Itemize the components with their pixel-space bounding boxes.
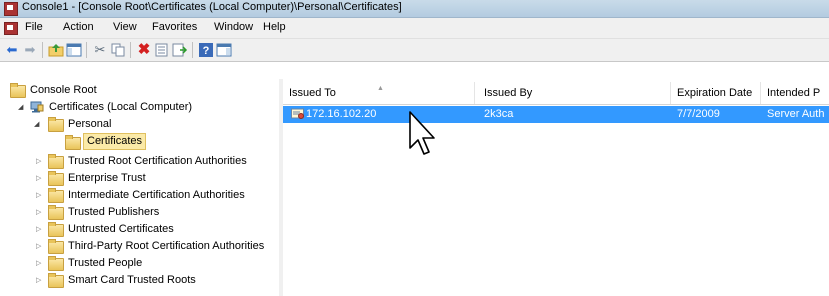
tree-item-enterprise-trust[interactable]: ▷ Enterprise Trust bbox=[0, 170, 279, 187]
window-title: Console1 - [Console Root\Certificates (L… bbox=[22, 1, 402, 13]
tree-item-label: Certificates (Local Computer) bbox=[49, 101, 193, 113]
tree-item-label: Trusted Root Certification Authorities bbox=[68, 155, 247, 167]
toolbar-separator bbox=[130, 42, 131, 58]
column-label: Issued To bbox=[289, 87, 336, 99]
column-label: Issued By bbox=[484, 87, 533, 99]
tree-item-untrusted[interactable]: ▷ Untrusted Certificates bbox=[0, 221, 279, 238]
up-folder-icon[interactable] bbox=[48, 42, 64, 58]
folder-icon bbox=[48, 273, 64, 288]
folder-icon bbox=[48, 188, 64, 203]
forward-arrow-icon[interactable]: ➡ bbox=[22, 42, 38, 58]
folder-icon bbox=[48, 171, 64, 186]
toolbar-separator bbox=[192, 42, 193, 58]
column-label: Intended P bbox=[767, 87, 821, 99]
menu-view[interactable]: View bbox=[113, 21, 137, 33]
toolbar-separator bbox=[86, 42, 87, 58]
folder-icon bbox=[48, 256, 64, 271]
folder-icon bbox=[65, 135, 81, 150]
action-pane-icon[interactable] bbox=[216, 42, 232, 58]
tree-item-console-root[interactable]: Console Root bbox=[0, 82, 279, 99]
column-header-intended-purposes[interactable]: Intended P bbox=[761, 82, 829, 104]
tree-item-label: Smart Card Trusted Roots bbox=[68, 274, 196, 286]
tree-item-label: Trusted Publishers bbox=[68, 206, 160, 218]
tree-item-label: Third-Party Root Certification Authoriti… bbox=[68, 240, 265, 252]
column-label: Expiration Date bbox=[677, 87, 753, 99]
tree-item-trusted-people[interactable]: ▷ Trusted People bbox=[0, 255, 279, 272]
tree-item-label: Console Root bbox=[30, 84, 97, 96]
toolbar: ⬅ ➡ ✂ ✖ ? bbox=[0, 39, 829, 62]
tree-item-trusted-root[interactable]: ▷ Trusted Root Certification Authorities bbox=[0, 153, 279, 170]
certificate-list[interactable]: ▲ Issued To Issued By Expiration Date In… bbox=[283, 79, 829, 296]
column-header-expiration-date[interactable]: Expiration Date bbox=[671, 82, 761, 104]
mouse-pointer-icon bbox=[409, 111, 435, 155]
tree-item-personal[interactable]: ◢ Personal bbox=[0, 116, 279, 133]
help-icon[interactable]: ? bbox=[198, 42, 214, 58]
tree-item-label: Intermediate Certification Authorities bbox=[68, 189, 245, 201]
tree-item-third-party-root[interactable]: ▷ Third-Party Root Certification Authori… bbox=[0, 238, 279, 255]
cell-intended-purposes: Server Auth bbox=[767, 108, 825, 120]
expand-arrow-icon[interactable]: ▷ bbox=[36, 277, 41, 284]
collapse-arrow-icon[interactable]: ◢ bbox=[34, 121, 39, 128]
certificate-icon bbox=[291, 108, 304, 119]
sort-ascending-icon: ▲ bbox=[377, 85, 384, 92]
column-header-issued-by[interactable]: Issued By bbox=[478, 82, 671, 104]
folder-icon bbox=[48, 222, 64, 237]
tree-item-smart-card[interactable]: ▷ Smart Card Trusted Roots bbox=[0, 272, 279, 289]
copy-icon[interactable] bbox=[110, 42, 126, 58]
folder-icon bbox=[48, 154, 64, 169]
folder-icon bbox=[10, 83, 26, 98]
tree-item-trusted-publishers[interactable]: ▷ Trusted Publishers bbox=[0, 204, 279, 221]
menu-window[interactable]: Window bbox=[214, 21, 253, 33]
show-hide-console-tree-icon[interactable] bbox=[66, 42, 82, 58]
tree-item-label: Certificates bbox=[83, 133, 147, 150]
title-bar: Console1 - [Console Root\Certificates (L… bbox=[0, 0, 829, 18]
collapse-arrow-icon[interactable]: ◢ bbox=[18, 104, 23, 111]
menu-action[interactable]: Action bbox=[63, 21, 94, 33]
expand-arrow-icon[interactable]: ▷ bbox=[36, 209, 41, 216]
expand-arrow-icon[interactable]: ▷ bbox=[36, 158, 41, 165]
system-menu-icon[interactable] bbox=[4, 22, 18, 35]
svg-text:?: ? bbox=[203, 45, 210, 57]
table-row[interactable]: 172.16.102.20 2k3ca 7/7/2009 Server Auth bbox=[283, 106, 829, 123]
toolbar-separator bbox=[42, 42, 43, 58]
cell-issued-by: 2k3ca bbox=[484, 108, 514, 120]
tree-item-intermediate[interactable]: ▷ Intermediate Certification Authorities bbox=[0, 187, 279, 204]
tree-item-label: Personal bbox=[68, 118, 112, 130]
list-header: ▲ Issued To Issued By Expiration Date In… bbox=[283, 82, 829, 105]
certificates-snapin-icon bbox=[30, 101, 44, 113]
tree-item-label: Trusted People bbox=[68, 257, 143, 269]
tree-item-label: Enterprise Trust bbox=[68, 172, 146, 184]
back-arrow-icon[interactable]: ⬅ bbox=[4, 42, 20, 58]
tree-item-certificates-local[interactable]: ◢ Certificates (Local Computer) bbox=[0, 99, 279, 116]
expand-arrow-icon[interactable]: ▷ bbox=[36, 175, 41, 182]
cut-icon[interactable]: ✂ bbox=[92, 42, 108, 58]
mmc-app-icon[interactable] bbox=[4, 2, 18, 16]
cell-expiration-date: 7/7/2009 bbox=[677, 108, 720, 120]
menu-favorites[interactable]: Favorites bbox=[152, 21, 197, 33]
menu-help[interactable]: Help bbox=[263, 21, 286, 33]
folder-icon bbox=[48, 205, 64, 220]
folder-icon bbox=[48, 117, 64, 132]
cell-issued-to: 172.16.102.20 bbox=[306, 108, 377, 120]
delete-icon[interactable]: ✖ bbox=[136, 42, 152, 58]
export-list-icon[interactable] bbox=[172, 42, 188, 58]
expand-arrow-icon[interactable]: ▷ bbox=[36, 243, 41, 250]
properties-icon[interactable] bbox=[154, 42, 170, 58]
expand-arrow-icon[interactable]: ▷ bbox=[36, 260, 41, 267]
expand-arrow-icon[interactable]: ▷ bbox=[36, 192, 41, 199]
tree-item-label: Untrusted Certificates bbox=[68, 223, 174, 235]
menu-bar: File Action View Favorites Window Help bbox=[0, 18, 829, 39]
column-header-issued-to[interactable]: ▲ Issued To bbox=[283, 82, 475, 104]
tree-item-certificates[interactable]: Certificates bbox=[0, 133, 279, 151]
console-tree[interactable]: Console Root ◢ Certificates (Local Compu… bbox=[0, 79, 280, 296]
folder-icon bbox=[48, 239, 64, 254]
menu-file[interactable]: File bbox=[25, 21, 43, 33]
expand-arrow-icon[interactable]: ▷ bbox=[36, 226, 41, 233]
